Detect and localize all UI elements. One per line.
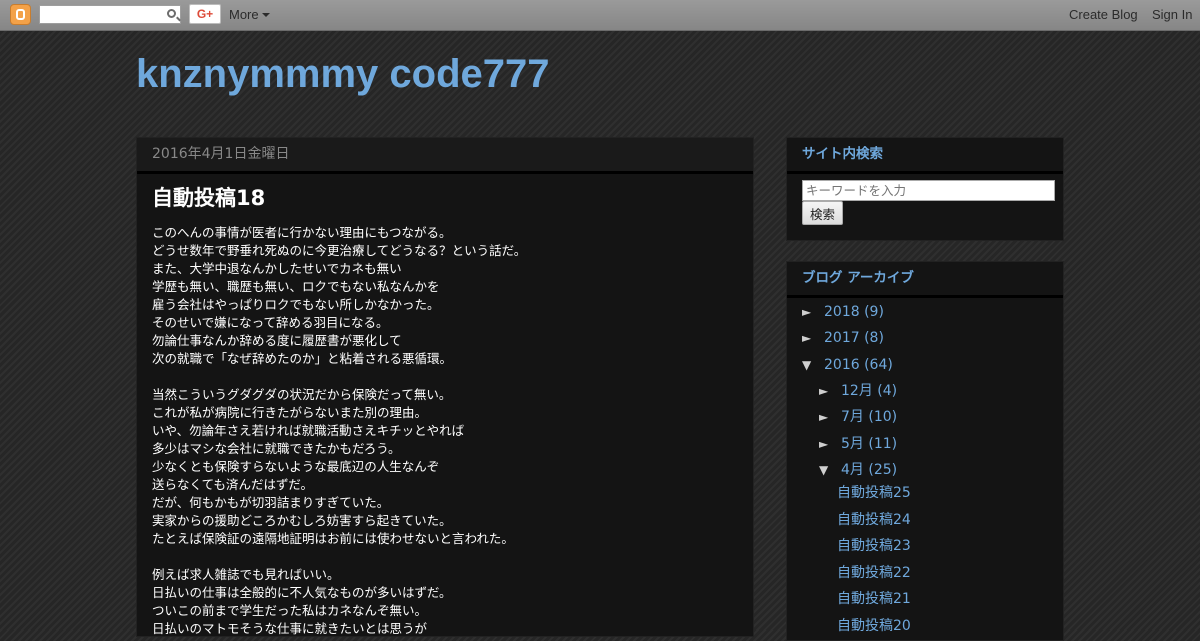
expand-toggle-icon[interactable]: ► <box>819 384 841 398</box>
archive-year-item[interactable]: ▼ 2016 (64) <box>802 357 893 373</box>
archive-month-item[interactable]: ► 12月 (4) <box>819 380 897 400</box>
archive-month-item[interactable]: ► 5月 (11) <box>819 433 897 453</box>
archive-post-link[interactable]: 自動投稿22 <box>837 562 911 582</box>
blog-title[interactable]: knznymmmy code777 <box>136 51 550 97</box>
caret-down-icon <box>261 13 270 17</box>
post-line: 日払いのマトモそうな仕事に就きたいとは思うが <box>152 621 428 636</box>
expand-toggle-icon[interactable]: ► <box>819 410 841 424</box>
post-line: 雇う会社はやっぱりロクでもない所しかなかった。 <box>152 297 440 312</box>
expand-toggle-icon[interactable]: ► <box>802 331 824 345</box>
archive-post-link[interactable]: 自動投稿21 <box>837 588 911 608</box>
post-paragraph: 例えば求人雑誌でも見ればいい。日払いの仕事は全般的に不人気なものが多いはずだ。つ… <box>152 566 738 638</box>
archive-label[interactable]: 7月 (10) <box>841 409 897 425</box>
sign-in-link[interactable]: Sign In <box>1152 7 1192 22</box>
archive-label[interactable]: 2016 (64) <box>824 357 893 373</box>
post-date: 2016年4月1日金曜日 <box>137 138 753 174</box>
post-line: だが、何もかもが切羽詰まりすぎていた。 <box>152 495 390 510</box>
post-line: 日払いの仕事は全般的に不人気なものが多いはずだ。 <box>152 585 452 600</box>
post-line: また、大学中退なんかしたせいでカネも無い <box>152 261 402 276</box>
site-search-input[interactable] <box>802 180 1055 201</box>
post-line: このへんの事情が医者に行かない理由にもつながる。 <box>152 225 452 240</box>
archive-year-item[interactable]: ► 2017 (8) <box>802 330 884 346</box>
expand-toggle-icon[interactable]: ► <box>802 305 824 319</box>
archive-label[interactable]: 4月 (25) <box>841 462 897 478</box>
navbar-search-input[interactable] <box>39 5 181 24</box>
post-line: 少なくとも保険すらないような最底辺の人生なんぞ <box>152 459 440 474</box>
blogger-navbar: G+ More Create Blog Sign In <box>0 0 1200 31</box>
post-line: たとえば保険証の遠隔地証明はお前には使わせないと言われた。 <box>152 531 514 546</box>
widget-title: サイト内検索 <box>787 138 1063 174</box>
widget-title: ブログ アーカイブ <box>787 262 1063 298</box>
blog-archive-widget: ブログ アーカイブ ► 2018 (9) ► 2017 (8) ▼ 2016 (64) ► 1… <box>786 261 1064 641</box>
collapse-toggle-icon[interactable]: ▼ <box>802 358 824 372</box>
archive-month-item[interactable]: ▼ 4月 (25) <box>819 459 897 479</box>
archive-year-item[interactable]: ► 2018 (9) <box>802 304 884 320</box>
post-line: 送らなくても済んだはずだ。 <box>152 477 314 492</box>
archive-label[interactable]: 2018 (9) <box>824 304 884 320</box>
post-line: 学歴も無い、職歴も無い、ロクでもない私なんかを <box>152 279 440 294</box>
post-line: 当然こういうグダグダの状況だから保険だって無い。 <box>152 387 452 402</box>
archive-month-item[interactable]: ► 7月 (10) <box>819 406 897 426</box>
archive-post-link[interactable]: 自動投稿23 <box>837 535 911 555</box>
post-line: 多少はマシな会社に就職できたかもだろう。 <box>152 441 401 456</box>
more-label: More <box>229 7 259 22</box>
google-plus-button[interactable]: G+ <box>189 4 221 24</box>
archive-post-link[interactable]: 自動投稿25 <box>837 482 911 502</box>
post-paragraph: このへんの事情が医者に行かない理由にもつながる。どうせ数年で野垂れ死ぬのに今更治… <box>152 224 738 368</box>
post-line: どうせ数年で野垂れ死ぬのに今更治療してどうなる？という話だ。 <box>152 243 527 258</box>
expand-toggle-icon[interactable]: ► <box>819 437 841 451</box>
site-search-widget: サイト内検索 検索 <box>786 137 1064 241</box>
create-blog-link[interactable]: Create Blog <box>1069 7 1138 22</box>
post-line: 次の就職で「なぜ辞めたのか」と粘着される悪循環。 <box>152 351 453 366</box>
collapse-toggle-icon[interactable]: ▼ <box>819 463 841 477</box>
archive-label[interactable]: 5月 (11) <box>841 436 897 452</box>
archive-post-link[interactable]: 自動投稿24 <box>837 509 911 529</box>
post-line: ついこの前まで学生だった私はカネなんぞ無い。 <box>152 603 428 618</box>
post-line: いや、勿論年さえ若ければ就職活動さえキチッとやれば <box>152 423 465 438</box>
post-title[interactable]: 自動投稿18 <box>137 174 753 213</box>
post-column: 2016年4月1日金曜日 自動投稿18 このへんの事情が医者に行かない理由にもつ… <box>136 137 754 637</box>
search-icon[interactable] <box>167 9 176 18</box>
archive-label[interactable]: 12月 (4) <box>841 383 897 399</box>
post-line: これが私が病院に行きたがらないまた別の理由。 <box>152 405 428 420</box>
blogger-logo-icon[interactable] <box>10 4 31 25</box>
archive-post-link[interactable]: 自動投稿20 <box>837 615 911 635</box>
post-line: 例えば求人雑誌でも見ればいい。 <box>152 567 340 582</box>
post-line: 実家からの援助どころかむしろ妨害すら起きていた。 <box>152 513 452 528</box>
search-button[interactable]: 検索 <box>802 201 844 225</box>
post-line: 勿論仕事なんか辞める度に履歴書が悪化して <box>152 333 402 348</box>
archive-label[interactable]: 2017 (8) <box>824 330 884 346</box>
post-body: このへんの事情が医者に行かない理由にもつながる。どうせ数年で野垂れ死ぬのに今更治… <box>137 213 753 638</box>
more-menu[interactable]: More <box>229 7 270 22</box>
post-line: そのせいで嫌になって辞める羽目になる。 <box>152 315 389 330</box>
post-paragraph: 当然こういうグダグダの状況だから保険だって無い。 これが私が病院に行きたがらないま… <box>152 386 738 548</box>
